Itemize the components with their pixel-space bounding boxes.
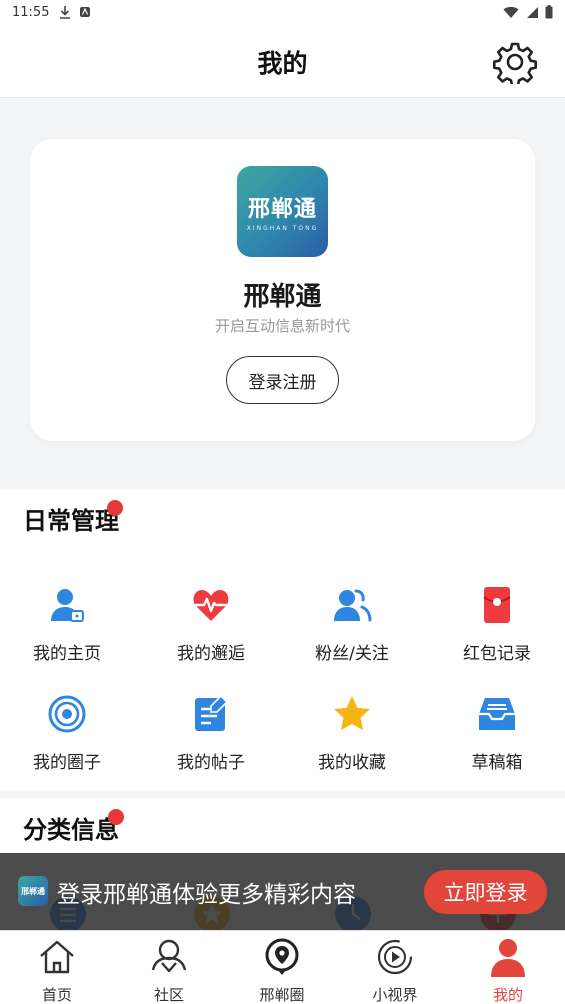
tab-label: 首页 [41,986,72,1004]
inbox-icon [479,698,515,730]
tab-home[interactable]: 首页 [7,937,107,1004]
menu-item-drafts[interactable]: 草稿箱 [427,694,565,773]
menu-item-label: 我的邂逅 [177,644,245,664]
notification-dot [107,500,123,516]
status-bar: 11:55 [0,0,565,24]
app-slogan: 开启互动信息新时代 [214,317,350,335]
community-icon [151,939,187,973]
tab-community[interactable]: 社区 [119,937,219,1004]
section-title-daily: 日常管理 [23,507,119,535]
play-circle-icon [377,939,413,975]
menu-item-my-circles[interactable]: 我的圈子 [0,694,137,773]
profile-card: 邢郸通 XINGHAN TONG 邢郸通 开启互动信息新时代 登录注册 [30,139,535,441]
menu-item-label: 我的圈子 [33,753,101,773]
signal-icon [527,6,538,18]
login-register-button[interactable]: 登录注册 [226,356,339,404]
star-icon [334,696,370,731]
menu-item-label: 粉丝/关注 [315,644,389,664]
logo-text: 邢郸通 [247,197,317,222]
tab-label: 邢郸圈 [259,986,305,1004]
menu-item-label: 草稿箱 [471,753,523,773]
app-notification-icon [80,7,91,17]
menu-item-my-homepage[interactable]: 我的主页 [0,585,137,664]
bottom-tab-bar: 首页 社区 邢郸圈 小视界 我的 [0,930,565,1004]
section-title-category: 分类信息 [23,816,119,844]
banner-text: 登录邢郸通体验更多精彩内容 [57,882,356,908]
tab-xinghan-circle[interactable]: 邢郸圈 [232,937,332,1004]
followers-icon [334,589,372,622]
page-title: 我的 [257,49,308,78]
circle-target-icon [48,695,86,733]
wifi-icon [503,6,519,18]
menu-item-label: 我的主页 [33,644,101,664]
menu-item-my-encounters[interactable]: 我的邂逅 [141,585,281,664]
logo-subtext: XINGHAN TONG [246,225,319,232]
tab-mine[interactable]: 我的 [458,937,558,1004]
menu-item-label: 我的帖子 [177,753,245,773]
notification-dot [108,809,124,825]
tab-mini-vision[interactable]: 小视界 [345,937,445,1004]
app-name: 邢郸通 [243,282,322,312]
location-circle-icon [265,938,299,975]
header: 我的 [0,24,565,98]
red-envelope-icon [483,587,511,623]
tab-label: 小视界 [372,986,418,1004]
banner-app-logo: 邢郸通 [18,876,48,906]
status-time: 11:55 [12,4,50,20]
daily-management-section: 日常管理 我的主页 我的邂逅 粉丝/关注 红包记录 我的圈子 我的帖子 我的收藏… [0,489,565,791]
tab-label: 社区 [153,986,184,1004]
app-logo: 邢郸通 XINGHAN TONG [237,166,328,257]
heart-pulse-icon [193,590,229,621]
menu-item-label: 红包记录 [463,644,531,664]
download-icon [60,6,71,19]
user-home-icon [51,589,84,622]
settings-gear-icon[interactable] [493,40,537,84]
person-icon [491,939,525,977]
menu-item-my-posts[interactable]: 我的帖子 [141,694,281,773]
home-icon [40,940,74,974]
tab-label: 我的 [492,986,523,1004]
login-now-button[interactable]: 立即登录 [424,870,547,914]
menu-item-label: 我的收藏 [318,753,386,773]
battery-icon [545,5,553,19]
menu-item-followers[interactable]: 粉丝/关注 [282,585,422,664]
post-edit-icon [195,694,229,731]
menu-item-red-envelope-records[interactable]: 红包记录 [427,585,565,664]
menu-item-my-favorites[interactable]: 我的收藏 [282,694,422,773]
login-promo-banner: 邢郸通 登录邢郸通体验更多精彩内容 立即登录 [0,853,565,930]
